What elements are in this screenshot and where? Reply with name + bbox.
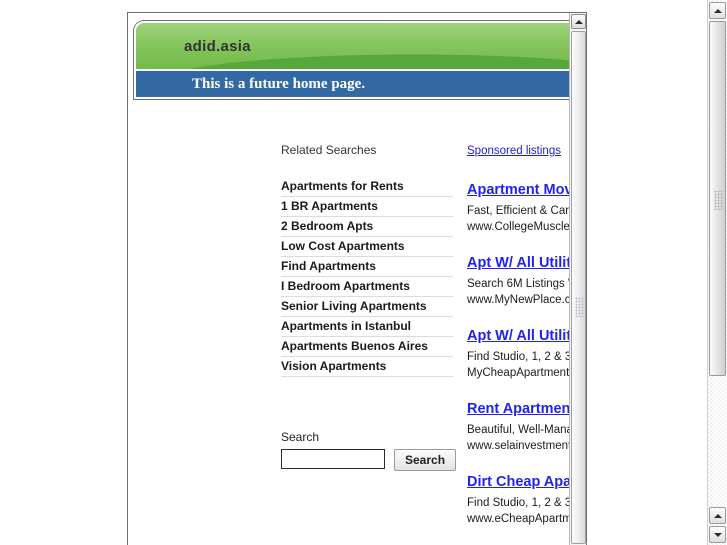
list-item[interactable]: I Bedroom Apartments bbox=[281, 277, 453, 297]
related-searches-heading: Related Searches bbox=[281, 143, 377, 157]
ad-title-link[interactable]: Apartment Mover bbox=[467, 181, 571, 199]
sponsored-ad: Apartment Mover Fast, Efficient & Caring… bbox=[467, 181, 571, 235]
screen: adid.asia This is a future home page. Re… bbox=[0, 0, 727, 545]
ad-description: Find Studio, 1, 2 & 3 BR Apartments View… bbox=[467, 497, 571, 509]
list-item[interactable]: 1 BR Apartments bbox=[281, 197, 453, 217]
ad-url: www.eCheapApartments.com bbox=[467, 513, 571, 525]
list-item[interactable]: Apartments in Istanbul bbox=[281, 317, 453, 337]
scrollbar-grip-icon bbox=[714, 190, 723, 210]
scrollbar-grip-icon bbox=[575, 297, 584, 317]
search-button[interactable]: Search bbox=[394, 449, 457, 471]
site-title: adid.asia bbox=[184, 37, 251, 55]
triangle-up-icon bbox=[713, 513, 722, 518]
sponsored-listings-column: Sponsored listings Apartment Mover Fast,… bbox=[467, 141, 571, 545]
inner-scrollbar-thumb[interactable] bbox=[571, 31, 586, 544]
inner-vertical-scrollbar[interactable] bbox=[569, 13, 586, 545]
page-viewport: adid.asia This is a future home page. Re… bbox=[128, 13, 571, 545]
triangle-up-icon bbox=[713, 8, 722, 13]
banner-blue-band: This is a future home page. bbox=[136, 69, 571, 97]
search-label: Search bbox=[281, 430, 320, 444]
list-item[interactable]: Low Cost Apartments bbox=[281, 237, 453, 257]
search-area: Search Search bbox=[281, 430, 457, 471]
list-item[interactable]: Vision Apartments bbox=[281, 357, 453, 377]
site-banner: adid.asia This is a future home page. bbox=[134, 21, 571, 99]
ad-title-link[interactable]: Apt W/ All Utilities Paid bbox=[467, 254, 571, 272]
inner-scroll-up-button[interactable] bbox=[571, 14, 586, 29]
ad-description: Fast, Efficient & Caring Apt Mover Time … bbox=[467, 205, 571, 217]
search-row: Search bbox=[281, 449, 457, 471]
browser-scrollbar-thumb[interactable] bbox=[709, 21, 726, 376]
banner-green-band: adid.asia bbox=[136, 23, 571, 69]
list-item[interactable]: Apartments Buenos Aires bbox=[281, 337, 453, 357]
ad-url: www.MyNewPlace.com bbox=[467, 294, 571, 306]
sponsored-listings-heading-link[interactable]: Sponsored listings bbox=[467, 145, 561, 157]
sponsored-ad: Rent Apartments Beautiful, Well-Managed … bbox=[467, 400, 571, 454]
ad-description: Beautiful, Well-Managed Apartments By th… bbox=[467, 424, 571, 436]
list-item[interactable]: 2 Bedroom Apts bbox=[281, 217, 453, 237]
browser-vertical-scrollbar[interactable] bbox=[707, 0, 727, 545]
sponsored-ad: Apt W/ All Utilities Paid Search 6M List… bbox=[467, 254, 571, 308]
search-input[interactable] bbox=[281, 449, 385, 469]
related-searches-column: Related Searches Apartments for Rents 1 … bbox=[281, 143, 457, 471]
ad-title-link[interactable]: Apt W/ All Utilities Paid bbox=[467, 327, 571, 345]
related-searches-list: Apartments for Rents 1 BR Apartments 2 B… bbox=[281, 177, 453, 377]
list-item[interactable]: Senior Living Apartments bbox=[281, 297, 453, 317]
scroll-down-button[interactable] bbox=[709, 526, 726, 543]
triangle-down-icon bbox=[713, 532, 722, 537]
content-frame: adid.asia This is a future home page. Re… bbox=[127, 12, 587, 545]
ad-title-link[interactable]: Rent Apartments bbox=[467, 400, 571, 418]
list-item[interactable]: Apartments for Rents bbox=[281, 177, 453, 197]
ad-description: Find Studio, 1, 2 & 3 BR Apartments View… bbox=[467, 351, 571, 363]
list-item[interactable]: Find Apartments bbox=[281, 257, 453, 277]
ad-url: www.selainvestments.com bbox=[467, 440, 571, 452]
ad-url: www.CollegeMuscleMovers.com bbox=[467, 221, 571, 233]
scroll-up-button-bottom[interactable] bbox=[709, 507, 726, 524]
banner-subtitle: This is a future home page. bbox=[192, 75, 366, 92]
ad-description: Search 6M Listings W/ Photos Filter by A… bbox=[467, 278, 571, 290]
triangle-up-icon bbox=[574, 19, 583, 24]
sponsored-ad: Apt W/ All Utilities Paid Find Studio, 1… bbox=[467, 327, 571, 381]
ad-title-link[interactable]: Dirt Cheap Apartments bbox=[467, 473, 571, 491]
ad-url: MyCheapApartments.com bbox=[467, 367, 571, 379]
scroll-up-button[interactable] bbox=[709, 2, 726, 19]
sponsored-ad: Dirt Cheap Apartments Find Studio, 1, 2 … bbox=[467, 473, 571, 527]
